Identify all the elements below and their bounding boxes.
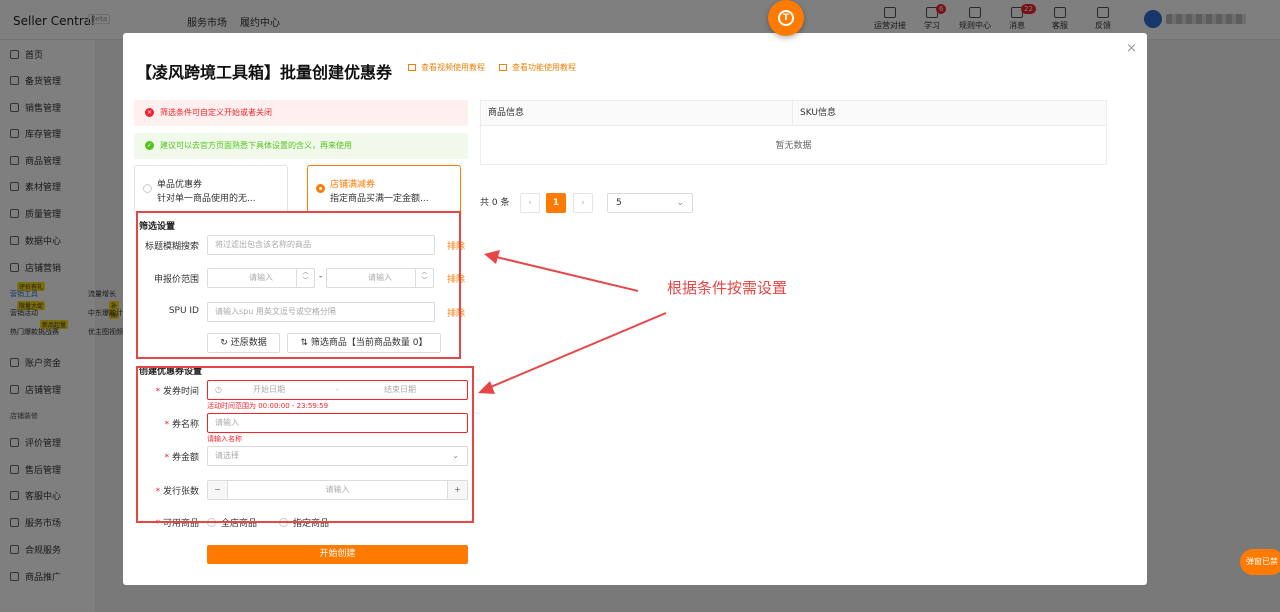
- annotation-arrows: [478, 250, 667, 394]
